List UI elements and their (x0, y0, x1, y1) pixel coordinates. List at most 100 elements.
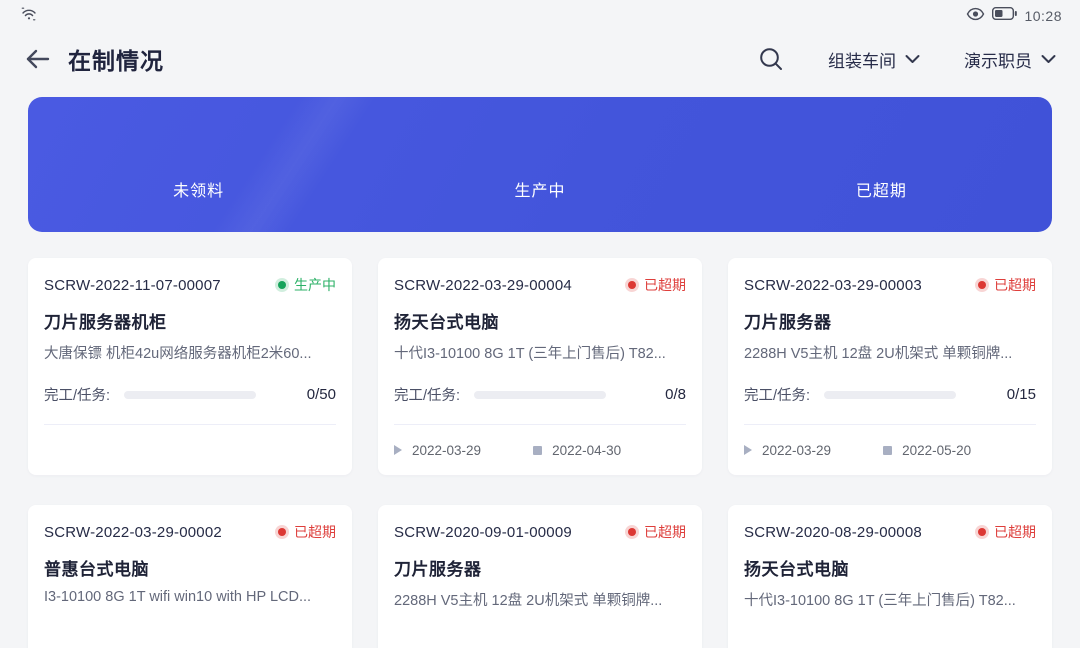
work-order-card[interactable]: SCRW-2022-11-07-00007 生产中 刀片服务器机柜 大唐保镖 机… (28, 258, 352, 475)
status-label: 已超期 (644, 275, 686, 295)
progress-bar (474, 391, 606, 399)
header: 在制情况 组装车间 演示职员 (0, 28, 1080, 90)
product-title: 扬天台式电脑 (394, 308, 686, 333)
end-date-value: 2022-05-20 (902, 443, 971, 458)
status-dot-icon (978, 281, 986, 289)
work-order-card[interactable]: SCRW-2020-08-29-00008 已超期 扬天台式电脑 十代I3-10… (728, 505, 1052, 648)
status-badge: 已超期 (978, 275, 1036, 295)
card-footer: 2022-03-29 2022-04-30 (378, 425, 702, 475)
end-date: 2022-04-30 (533, 443, 621, 458)
card-footer (28, 425, 352, 475)
product-title: 扬天台式电脑 (744, 555, 1036, 580)
status-dot-icon (628, 528, 636, 536)
order-number: SCRW-2022-03-29-00003 (744, 277, 922, 294)
chevron-down-icon (1041, 54, 1056, 64)
card-body: SCRW-2022-03-29-00004 已超期 扬天台式电脑 十代I3-10… (378, 258, 702, 425)
status-right-group: 10:28 (966, 7, 1062, 26)
start-date: 2022-03-29 (744, 443, 831, 458)
user-selector[interactable]: 演示职员 (964, 47, 1056, 72)
product-spec: 大唐保镖 机柜42u网络服务器机柜2米60... (44, 342, 336, 363)
card-top-row: SCRW-2022-03-29-00002 已超期 (44, 522, 336, 542)
wifi-icon (20, 6, 38, 27)
banner-tab-overdue[interactable]: 已超期 (711, 97, 1052, 232)
eye-icon (966, 7, 985, 26)
progress-row: 完工/任务: 0/8 (394, 384, 686, 405)
product-title: 刀片服务器机柜 (44, 308, 336, 333)
status-dot-icon (278, 528, 286, 536)
status-label: 已超期 (994, 522, 1036, 542)
workshop-selector-label: 组装车间 (828, 47, 896, 72)
clock-time: 10:28 (1024, 8, 1062, 24)
status-badge: 已超期 (278, 522, 336, 542)
order-number: SCRW-2020-08-29-00008 (744, 524, 922, 541)
card-body: SCRW-2022-03-29-00003 已超期 刀片服务器 2288H V5… (728, 258, 1052, 425)
stop-icon (883, 446, 892, 455)
progress-label: 完工/任务: (744, 384, 810, 405)
order-number: SCRW-2022-03-29-00002 (44, 524, 222, 541)
product-title: 普惠台式电脑 (44, 555, 336, 580)
progress-label: 完工/任务: (44, 384, 110, 405)
product-spec: 十代I3-10100 8G 1T (三年上门售后) T82... (394, 342, 686, 363)
status-dot-icon (628, 281, 636, 289)
page-title: 在制情况 (68, 42, 164, 76)
end-date: 2022-05-20 (883, 443, 971, 458)
header-right-group: 组装车间 演示职员 (758, 46, 1056, 72)
chevron-down-icon (905, 54, 920, 64)
progress-row: 完工/任务: 0/15 (744, 384, 1036, 405)
card-top-row: SCRW-2022-11-07-00007 生产中 (44, 275, 336, 295)
progress-value: 0/50 (307, 386, 336, 403)
workshop-selector[interactable]: 组装车间 (828, 47, 920, 72)
status-label: 已超期 (994, 275, 1036, 295)
product-spec: I3-10100 8G 1T wifi win10 with HP LCD... (44, 589, 336, 605)
status-label: 已超期 (294, 522, 336, 542)
product-spec: 2288H V5主机 12盘 2U机架式 单颗铜牌... (744, 342, 1036, 363)
product-spec: 2288H V5主机 12盘 2U机架式 单颗铜牌... (394, 589, 686, 610)
status-label: 已超期 (644, 522, 686, 542)
work-order-card[interactable]: SCRW-2022-03-29-00002 已超期 普惠台式电脑 I3-1010… (28, 505, 352, 648)
order-number: SCRW-2022-11-07-00007 (44, 277, 221, 294)
card-top-row: SCRW-2020-08-29-00008 已超期 (744, 522, 1036, 542)
status-badge: 生产中 (278, 275, 336, 295)
search-icon[interactable] (758, 46, 784, 72)
card-top-row: SCRW-2020-09-01-00009 已超期 (394, 522, 686, 542)
card-top-row: SCRW-2022-03-29-00004 已超期 (394, 275, 686, 295)
product-title: 刀片服务器 (394, 555, 686, 580)
product-title: 刀片服务器 (744, 308, 1036, 333)
progress-bar (824, 391, 956, 399)
stop-icon (533, 446, 542, 455)
card-body: SCRW-2020-08-29-00008 已超期 扬天台式电脑 十代I3-10… (728, 505, 1052, 648)
end-date-value: 2022-04-30 (552, 443, 621, 458)
status-badge: 已超期 (628, 522, 686, 542)
back-button[interactable] (22, 44, 52, 74)
progress-row: 完工/任务: 0/50 (44, 384, 336, 405)
status-label: 生产中 (294, 275, 336, 295)
play-icon (394, 445, 402, 455)
work-order-card-grid: SCRW-2022-11-07-00007 生产中 刀片服务器机柜 大唐保镖 机… (28, 258, 1052, 648)
progress-bar (124, 391, 256, 399)
status-dot-icon (278, 281, 286, 289)
card-footer: 2022-03-29 2022-05-20 (728, 425, 1052, 475)
status-dot-icon (978, 528, 986, 536)
order-number: SCRW-2020-09-01-00009 (394, 524, 572, 541)
user-selector-label: 演示职员 (964, 47, 1032, 72)
start-date-value: 2022-03-29 (762, 443, 831, 458)
progress-value: 0/15 (1007, 386, 1036, 403)
battery-icon (992, 7, 1017, 25)
play-icon (744, 445, 752, 455)
progress-label: 完工/任务: (394, 384, 460, 405)
card-body: SCRW-2022-03-29-00002 已超期 普惠台式电脑 I3-1010… (28, 505, 352, 648)
start-date-value: 2022-03-29 (412, 443, 481, 458)
status-bar: 10:28 (0, 0, 1080, 28)
order-number: SCRW-2022-03-29-00004 (394, 277, 572, 294)
banner-tab-in-production[interactable]: 生产中 (369, 97, 710, 232)
product-spec: 十代I3-10100 8G 1T (三年上门售后) T82... (744, 589, 1036, 610)
banner-tab-not-picked[interactable]: 未领料 (28, 97, 369, 232)
status-badge: 已超期 (978, 522, 1036, 542)
work-order-card[interactable]: SCRW-2022-03-29-00004 已超期 扬天台式电脑 十代I3-10… (378, 258, 702, 475)
status-badge: 已超期 (628, 275, 686, 295)
card-body: SCRW-2020-09-01-00009 已超期 刀片服务器 2288H V5… (378, 505, 702, 648)
work-order-card[interactable]: SCRW-2020-09-01-00009 已超期 刀片服务器 2288H V5… (378, 505, 702, 648)
work-order-card[interactable]: SCRW-2022-03-29-00003 已超期 刀片服务器 2288H V5… (728, 258, 1052, 475)
card-top-row: SCRW-2022-03-29-00003 已超期 (744, 275, 1036, 295)
status-summary-banner: 未领料 生产中 已超期 (28, 97, 1052, 232)
